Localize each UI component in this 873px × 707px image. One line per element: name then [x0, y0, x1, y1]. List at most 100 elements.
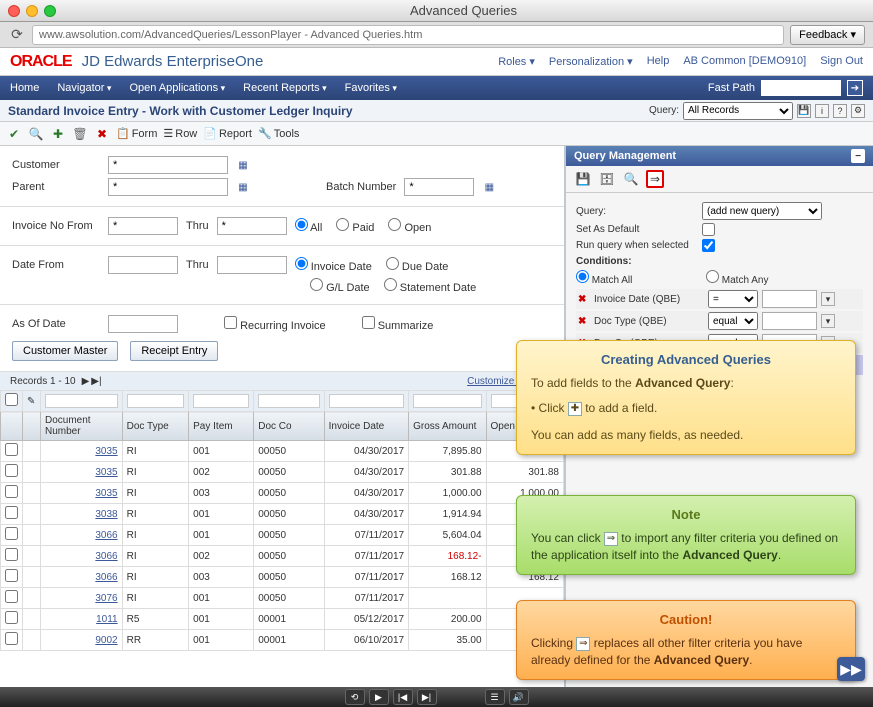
row-check[interactable]: [5, 611, 18, 624]
qm-autorun-check[interactable]: [702, 239, 715, 252]
date-due[interactable]: Due Date: [386, 257, 449, 273]
minimize-icon[interactable]: [26, 5, 38, 17]
receipt-entry-button[interactable]: Receipt Entry: [130, 341, 218, 361]
table-row[interactable]: 3076 RI 001 00050 07/11/2017: [1, 588, 564, 609]
grid-header[interactable]: Invoice Date: [324, 412, 408, 441]
row-check[interactable]: [5, 590, 18, 603]
match-all[interactable]: Match All: [576, 270, 696, 286]
find-icon[interactable]: 🔍: [28, 126, 44, 142]
qm-default-check[interactable]: [702, 223, 715, 236]
date-inv[interactable]: Invoice Date: [295, 257, 372, 273]
table-row[interactable]: 3035 RI 002 00050 04/30/2017 301.88 301.…: [1, 462, 564, 483]
qm-query-select[interactable]: (add new query): [702, 202, 822, 220]
next-page-icon[interactable]: ▶: [82, 376, 90, 387]
qbe-pay[interactable]: [193, 394, 249, 408]
doc-cell[interactable]: 3066: [41, 546, 123, 567]
player-cc-icon[interactable]: ☰: [485, 689, 505, 705]
date-gl[interactable]: G/L Date: [310, 278, 370, 294]
roles-link[interactable]: Roles ▾: [498, 55, 535, 68]
signout-link[interactable]: Sign Out: [820, 55, 863, 68]
nav-navigator[interactable]: Navigator: [57, 82, 111, 94]
table-row[interactable]: 9002 RR 001 00001 06/10/2017 35.00 35.00: [1, 630, 564, 651]
grid-header[interactable]: Doc Co: [254, 412, 324, 441]
doc-cell[interactable]: 3035: [41, 462, 123, 483]
collapse-icon[interactable]: −: [851, 149, 865, 163]
grid-header[interactable]: [1, 412, 23, 441]
feedback-button[interactable]: Feedback ▾: [790, 25, 865, 45]
invfrom-input[interactable]: [108, 217, 178, 235]
maximize-icon[interactable]: [44, 5, 56, 17]
nav-home[interactable]: Home: [10, 82, 39, 94]
condition-row[interactable]: ✖ Invoice Date (QBE) = ▾: [576, 289, 863, 309]
condition-value[interactable]: [762, 312, 817, 330]
fast-path-go-icon[interactable]: ➔: [847, 80, 863, 96]
recurring-check[interactable]: Recurring Invoice: [224, 316, 326, 332]
settings-icon[interactable]: ⚙: [851, 104, 865, 118]
fast-path-input[interactable]: [761, 80, 841, 96]
grid-header[interactable]: [23, 412, 41, 441]
condition-row[interactable]: ✖ Doc Type (QBE) equal ▾: [576, 311, 863, 331]
help-icon[interactable]: ?: [833, 104, 847, 118]
tools-menu[interactable]: 🔧 Tools: [258, 127, 299, 140]
table-row[interactable]: 3035 RI 001 00050 04/30/2017 7,895.80 7,…: [1, 441, 564, 462]
qbe-type[interactable]: [127, 394, 185, 408]
table-row[interactable]: 3066 RI 003 00050 07/11/2017 168.12 168.…: [1, 567, 564, 588]
nav-open-apps[interactable]: Open Applications: [129, 82, 225, 94]
doc-cell[interactable]: 3066: [41, 567, 123, 588]
match-any[interactable]: Match Any: [706, 270, 826, 286]
row-check[interactable]: [5, 527, 18, 540]
player-prev-icon[interactable]: |◀: [393, 689, 413, 705]
row-check[interactable]: [5, 548, 18, 561]
nav-favorites[interactable]: Favorites: [345, 82, 397, 94]
qbe-date[interactable]: [329, 394, 404, 408]
customer-input[interactable]: [108, 156, 228, 174]
url-input[interactable]: [32, 25, 784, 45]
table-row[interactable]: 1011 R5 001 00001 05/12/2017 200.00 200.…: [1, 609, 564, 630]
row-check[interactable]: [5, 443, 18, 456]
env-link[interactable]: AB Common [DEMO910]: [683, 55, 806, 68]
qm-add-field-icon[interactable]: 🔍: [622, 170, 640, 188]
row-check[interactable]: [5, 632, 18, 645]
form-menu[interactable]: 📋 Form: [116, 127, 157, 140]
parent-va-icon[interactable]: ▦: [236, 180, 250, 194]
thru2-input[interactable]: [217, 256, 287, 274]
personalization-link[interactable]: Personalization ▾: [549, 55, 633, 68]
condition-va-icon[interactable]: ▾: [821, 292, 835, 306]
reload-icon[interactable]: ⟳: [8, 26, 26, 44]
table-row[interactable]: 3066 RI 002 00050 07/11/2017 168.12- 168…: [1, 546, 564, 567]
summarize-check[interactable]: Summarize: [362, 316, 434, 332]
qbe-gross[interactable]: [413, 394, 481, 408]
customer-va-icon[interactable]: ▦: [236, 158, 250, 172]
row-check[interactable]: [5, 485, 18, 498]
nav-recent[interactable]: Recent Reports: [243, 82, 326, 94]
select-all-check[interactable]: [5, 393, 18, 406]
qm-save-icon[interactable]: 💾: [574, 170, 592, 188]
close-icon[interactable]: [8, 5, 20, 17]
last-page-icon[interactable]: ▶|: [91, 376, 101, 387]
doc-cell[interactable]: 3038: [41, 504, 123, 525]
asof-input[interactable]: [108, 315, 178, 333]
doc-cell[interactable]: 3076: [41, 588, 123, 609]
delete-condition-icon[interactable]: ✖: [578, 316, 590, 327]
doc-cell[interactable]: 3035: [41, 441, 123, 462]
player-volume-icon[interactable]: 🔊: [509, 689, 529, 705]
doc-cell[interactable]: 3035: [41, 483, 123, 504]
info-icon[interactable]: i: [815, 104, 829, 118]
qm-save-as-icon[interactable]: 🗄: [598, 170, 616, 188]
condition-op[interactable]: =: [708, 290, 758, 308]
delete-condition-icon[interactable]: ✖: [578, 294, 590, 305]
grid-header[interactable]: Document Number: [41, 412, 123, 441]
condition-value[interactable]: [762, 290, 817, 308]
qbe-co[interactable]: [258, 394, 319, 408]
query-select[interactable]: All Records: [683, 102, 793, 120]
condition-va-icon[interactable]: ▾: [821, 314, 835, 328]
date-stmt[interactable]: Statement Date: [384, 278, 477, 294]
row-check[interactable]: [5, 506, 18, 519]
help-link[interactable]: Help: [647, 55, 670, 68]
doc-cell[interactable]: 1011: [41, 609, 123, 630]
table-row[interactable]: 3066 RI 001 00050 07/11/2017 5,604.04 5,…: [1, 525, 564, 546]
row-check[interactable]: [5, 569, 18, 582]
qbe-doc[interactable]: [45, 394, 118, 408]
grid-header[interactable]: Gross Amount: [409, 412, 486, 441]
delete-icon[interactable]: 🗑: [72, 126, 88, 142]
